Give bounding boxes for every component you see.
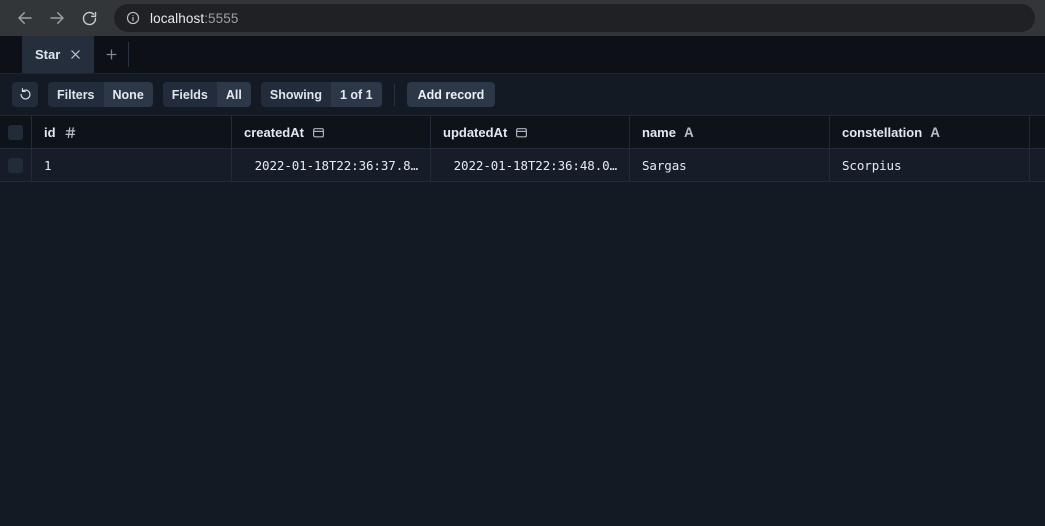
filters-label: Filters xyxy=(48,82,104,107)
cell-value: Sargas xyxy=(642,157,687,173)
toolbar-divider xyxy=(393,83,395,106)
column-header-id[interactable]: id xyxy=(32,116,232,148)
column-header-label: name xyxy=(642,124,676,140)
fields-value[interactable]: All xyxy=(216,82,251,107)
filters-value[interactable]: None xyxy=(103,82,153,107)
page: localhost:5555 Star Filters None Fields … xyxy=(0,0,1045,526)
showing-control[interactable]: Showing 1 of 1 xyxy=(260,82,382,107)
tab-star[interactable]: Star xyxy=(22,36,95,73)
column-header-updatedat[interactable]: updatedAt xyxy=(431,116,630,148)
reload-icon[interactable] xyxy=(74,3,104,33)
cell-value: Scorpius xyxy=(842,157,902,173)
records-table: id createdAt updatedAt name A constellat… xyxy=(0,116,1045,182)
cell-constellation[interactable]: Scorpius xyxy=(830,149,1030,181)
row-checkbox[interactable] xyxy=(8,157,23,173)
table-row[interactable]: 1 2022-01-18T22:36:37.8… 2022-01-18T22:3… xyxy=(0,149,1045,182)
cell-id[interactable]: 1 xyxy=(32,149,232,181)
add-record-button[interactable]: Add record xyxy=(406,82,496,107)
url-text: localhost:5555 xyxy=(150,11,238,26)
url-host: localhost xyxy=(150,10,205,26)
close-icon[interactable] xyxy=(70,49,81,60)
fields-label: Fields xyxy=(162,82,217,107)
column-header-createdat[interactable]: createdAt xyxy=(232,116,431,148)
column-header-label: constellation xyxy=(842,124,923,140)
address-bar[interactable]: localhost:5555 xyxy=(114,4,1035,32)
column-header-label: createdAt xyxy=(244,124,304,140)
column-header-spacer xyxy=(1030,116,1045,148)
tab-label: Star xyxy=(35,47,61,62)
filters-control[interactable]: Filters None xyxy=(48,82,153,107)
date-type-icon xyxy=(312,126,325,139)
cell-value: 2022-01-18T22:36:48.0… xyxy=(453,157,617,173)
cell-name[interactable]: Sargas xyxy=(630,149,830,181)
refresh-icon[interactable] xyxy=(12,82,38,107)
column-header-label: id xyxy=(44,124,56,140)
number-type-icon xyxy=(64,126,77,139)
string-type-icon: A xyxy=(683,124,694,140)
forward-arrow-icon[interactable] xyxy=(42,3,72,33)
table-toolbar: Filters None Fields All Showing 1 of 1 A… xyxy=(0,74,1045,116)
select-all-cell[interactable] xyxy=(0,116,32,148)
add-tab-button[interactable] xyxy=(94,36,128,73)
column-header-constellation[interactable]: constellation A xyxy=(830,116,1030,148)
cell-value: 2022-01-18T22:36:37.8… xyxy=(254,157,418,173)
cell-value: 1 xyxy=(44,157,52,173)
string-type-icon: A xyxy=(930,124,940,140)
tab-bar-divider xyxy=(128,42,130,67)
showing-label: Showing xyxy=(260,82,331,107)
cell-updatedat[interactable]: 2022-01-18T22:36:48.0… xyxy=(431,149,630,181)
url-port: :5555 xyxy=(204,10,239,26)
tab-bar: Star xyxy=(0,36,1045,74)
browser-toolbar: localhost:5555 xyxy=(0,0,1045,36)
table-header-row: id createdAt updatedAt name A constellat… xyxy=(0,116,1045,149)
fields-control[interactable]: Fields All xyxy=(162,82,251,107)
row-spacer xyxy=(1030,149,1045,181)
showing-value[interactable]: 1 of 1 xyxy=(330,82,382,107)
row-select-cell[interactable] xyxy=(0,149,32,181)
back-arrow-icon[interactable] xyxy=(10,3,40,33)
date-type-icon xyxy=(515,126,528,139)
select-all-checkbox[interactable] xyxy=(8,124,23,140)
site-info-icon[interactable] xyxy=(126,11,140,25)
column-header-label: updatedAt xyxy=(443,124,508,140)
column-header-name[interactable]: name A xyxy=(630,116,830,148)
cell-createdat[interactable]: 2022-01-18T22:36:37.8… xyxy=(232,149,431,181)
